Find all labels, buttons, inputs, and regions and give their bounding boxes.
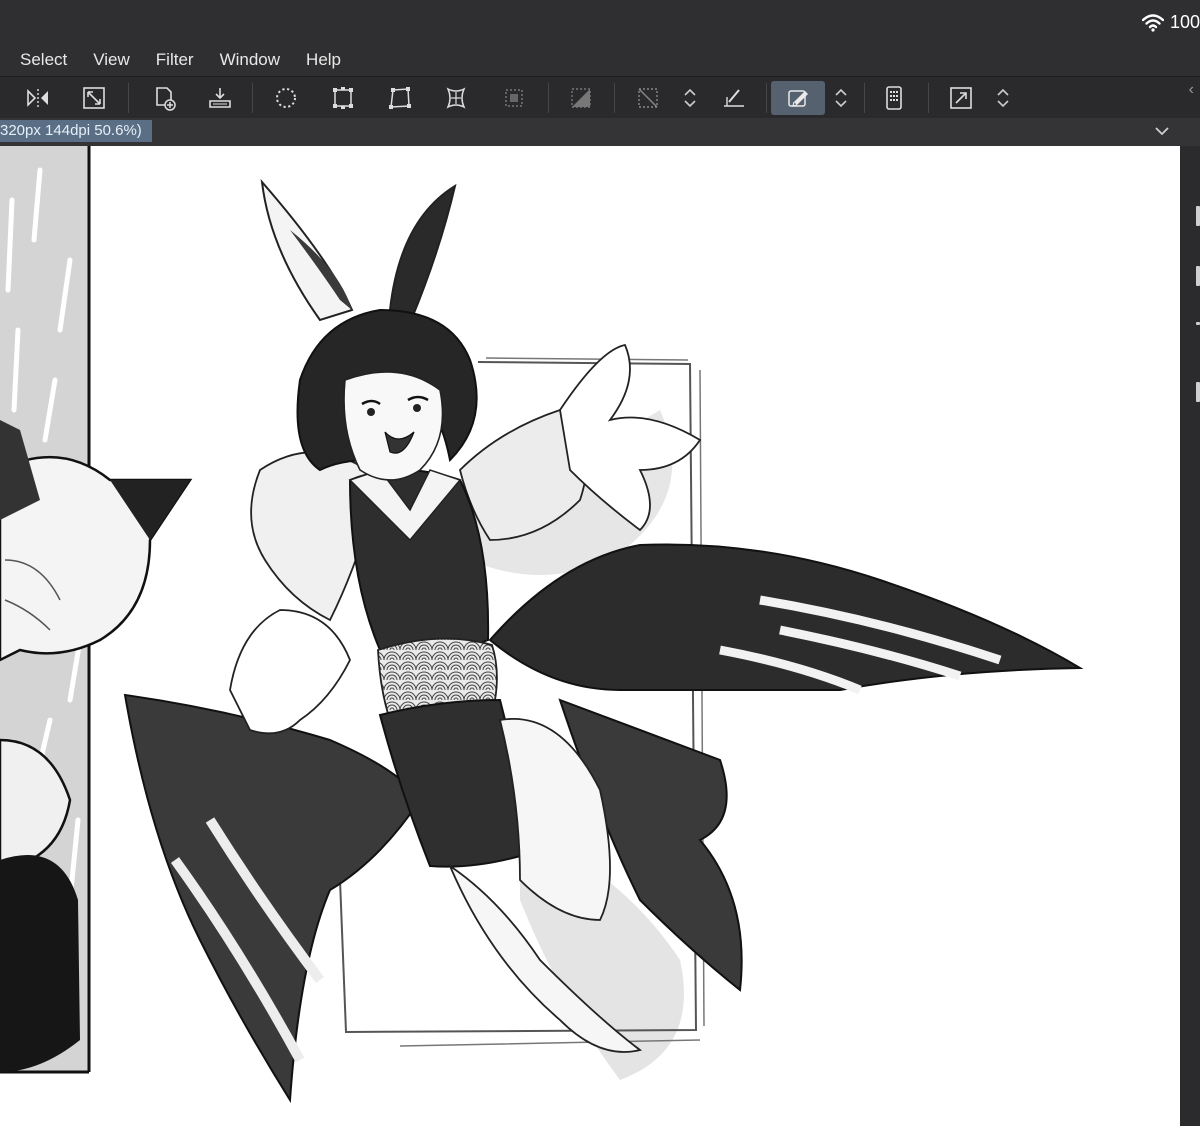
expand-button[interactable] [943, 81, 979, 115]
fit-canvas-icon [83, 87, 105, 109]
character-sketch [123, 178, 1084, 1104]
document-tab[interactable]: 320px 144dpi 50.6%) [0, 120, 152, 142]
chevron-updown-icon [997, 88, 1009, 108]
menu-bar: Select View Filter Window Help [0, 44, 1200, 76]
canvas[interactable] [0, 146, 1180, 1126]
menu-filter[interactable]: Filter [156, 50, 194, 70]
lasso-icon [276, 88, 296, 108]
deselect-icon [638, 88, 658, 108]
chevron-left-icon[interactable]: ‹ [1189, 81, 1194, 99]
distort-button[interactable] [382, 81, 418, 115]
status-bar: 100 [0, 0, 1200, 44]
selection-options-button[interactable] [672, 81, 708, 115]
eraser-pen-icon [788, 90, 808, 107]
new-layer-button[interactable] [146, 81, 182, 115]
expand-options-button[interactable] [985, 81, 1021, 115]
command-bar: ‹ [0, 76, 1200, 119]
fit-canvas-button[interactable] [76, 81, 112, 115]
menu-select[interactable]: Select [20, 50, 67, 70]
tone-button[interactable] [563, 81, 599, 115]
left-panel [0, 146, 193, 1074]
chevron-down-icon[interactable] [1152, 121, 1172, 141]
chevron-updown-icon [835, 88, 847, 108]
status-right: 100 [1141, 12, 1200, 33]
import-button[interactable] [202, 81, 238, 115]
select-layer-icon [505, 89, 523, 107]
distort-icon [389, 87, 411, 109]
ruler-button[interactable] [716, 81, 752, 115]
flip-horizontal-icon [27, 89, 48, 107]
device-icon [886, 86, 902, 110]
menu-window[interactable]: Window [220, 50, 280, 70]
battery-percent: 100 [1169, 12, 1200, 32]
device-button[interactable] [876, 81, 912, 115]
import-icon [209, 88, 231, 108]
tone-icon [571, 88, 591, 108]
mesh-button[interactable] [438, 81, 474, 115]
artwork [0, 146, 1084, 1104]
right-panel-edge [1180, 146, 1200, 1126]
eraser-pen-button[interactable] [771, 81, 825, 115]
menu-view[interactable]: View [93, 50, 130, 70]
select-layer-button[interactable] [496, 81, 532, 115]
lasso-button[interactable] [268, 81, 304, 115]
wifi-icon [1141, 13, 1164, 32]
deselect-button[interactable] [630, 81, 666, 115]
document-tab-bar: 320px 144dpi 50.6%) [0, 118, 1200, 146]
pen-options-button[interactable] [823, 81, 859, 115]
ruler-icon [724, 89, 744, 107]
mesh-icon [446, 87, 466, 109]
transform-icon [333, 87, 353, 109]
transform-button[interactable] [325, 81, 361, 115]
flip-horizontal-button[interactable] [20, 81, 56, 115]
expand-icon [950, 87, 972, 109]
new-layer-icon [156, 87, 176, 111]
chevron-updown-icon [684, 88, 696, 108]
menu-help[interactable]: Help [306, 50, 341, 70]
